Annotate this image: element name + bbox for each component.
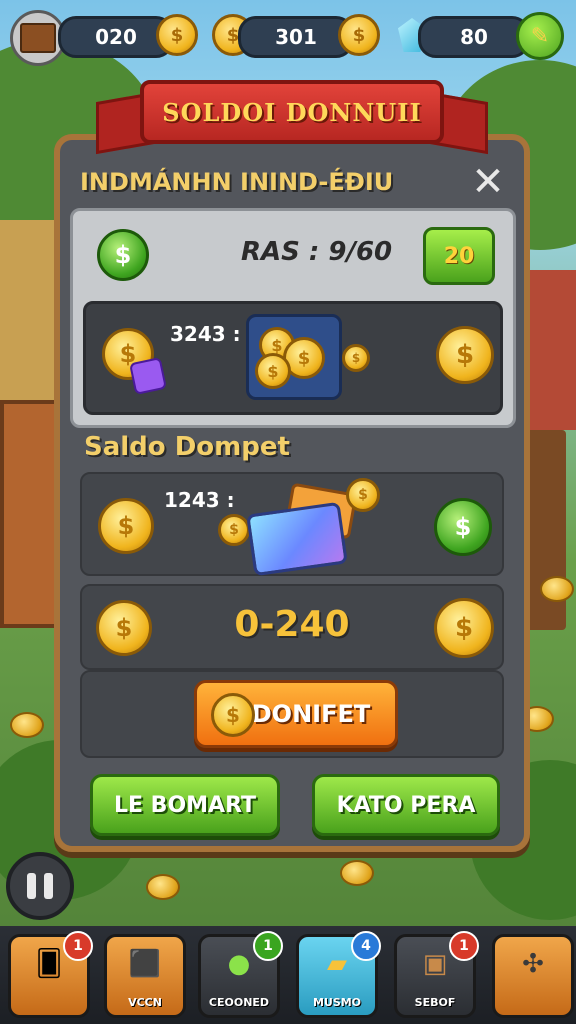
cards-icon: 🂠 [35, 949, 63, 979]
dock-item-sebof[interactable]: ▣ 1 SEBOF [394, 931, 479, 1018]
wallet-dialog: INDMÁNHN ININD-ÉÐIU ✕ $ RAS : 9/60 20 $ … [54, 134, 530, 852]
ground-coin [146, 874, 180, 900]
dollar-coin-icon: $ [98, 498, 154, 554]
chest-icon: ▣ [422, 949, 448, 979]
chest-icon [20, 23, 56, 53]
tools-icon: ✣ [522, 949, 544, 979]
gems-value: 80 [460, 25, 488, 49]
coin-icon: $ [156, 14, 198, 56]
gift-icon [129, 357, 167, 395]
small-coin-icon: $ [342, 344, 370, 372]
dock-label-sebof: SEBOF [414, 996, 456, 1009]
cards-icon [246, 501, 348, 577]
dock-item-vccn[interactable]: ⬛ VCCN [104, 934, 186, 1018]
ground-coin [540, 576, 574, 602]
wallet-row: $ 1243 : $ $ $ [80, 472, 504, 577]
dock-item-tools[interactable]: ✣ [492, 934, 574, 1018]
dock-label-ceooned: CEOONED [208, 996, 270, 1009]
total-row: $ 0-240 $ [80, 584, 504, 670]
reward-amount-label: 3243 : [170, 322, 241, 346]
coin-icon: $ [211, 693, 255, 737]
ribbon-title: SOLDOI DONNUII [162, 97, 422, 127]
gold-value: 301 [275, 25, 317, 49]
le-bomart-button[interactable]: LE BOMART [90, 774, 280, 836]
coin-icon: ● [227, 949, 251, 979]
coins-value: 020 [95, 25, 137, 49]
notification-badge: 1 [63, 931, 93, 961]
pause-button[interactable] [6, 852, 74, 920]
close-button[interactable]: ✕ [466, 160, 510, 204]
coin-pile-icon: $ $ $ [246, 314, 342, 400]
close-icon: ✕ [471, 159, 505, 205]
kato-pera-button[interactable]: KATO PERA [312, 774, 500, 836]
balance-box: $ RAS : 9/60 20 $ 3243 : $ $ $ $ $ [70, 208, 516, 428]
dock-label-musmo: MUSMO [312, 996, 362, 1009]
green-value-button[interactable]: 20 [423, 227, 495, 285]
gold-bar-icon: ▰ [327, 949, 347, 979]
dialog-header: INDMÁNHN ININD-ÉÐIU [80, 168, 394, 196]
notification-badge: 4 [351, 931, 381, 961]
small-coin-icon: $ [218, 514, 250, 546]
dompet-button-label: DONIFET [251, 700, 371, 728]
ground-coin [340, 860, 374, 886]
green-dollar-icon: $ [434, 498, 492, 556]
currency-bar: 020 $ $ 301 $ 80 ✎ [0, 6, 576, 66]
section-title: Saldo Dompet [84, 432, 290, 462]
gems-counter: 80 [418, 16, 530, 58]
small-coin-icon: $ [346, 478, 380, 512]
notification-badge: 1 [449, 931, 479, 961]
dock-label-vccn: VCCN [128, 996, 162, 1009]
dock-item-ceooned[interactable]: ● 1 CEOONED [198, 931, 283, 1018]
dompet-button[interactable]: $ DONIFET [194, 680, 398, 748]
pause-icon [27, 873, 36, 899]
kato-pera-label: KATO PERA [336, 792, 476, 818]
cube-icon: ⬛ [128, 949, 162, 979]
ground-coin [10, 712, 44, 738]
gold-counter: 301 [238, 16, 354, 58]
reward-row: $ 3243 : $ $ $ $ $ [83, 301, 503, 415]
title-ribbon: SOLDOI DONNUII [140, 80, 444, 144]
dollar-coin-icon: $ [434, 598, 494, 658]
wallet-amount-label: 1243 : [164, 488, 235, 512]
ras-label: RAS : 9/60 [241, 237, 393, 267]
add-gold-icon[interactable]: $ [338, 14, 380, 56]
pencil-icon: ✎ [530, 23, 550, 49]
notification-badge: 1 [253, 931, 283, 961]
big-coin-icon: $ [436, 326, 494, 384]
dock-item-musmo[interactable]: ▰ 4 MUSMO [296, 931, 381, 1018]
edit-pencil-button[interactable]: ✎ [516, 12, 564, 60]
bottom-dock: 🂠 1 ⬛ VCCN ● 1 CEOONED ▰ 4 MUSMO ▣ 1 SEB… [0, 926, 576, 1024]
green-dollar-icon: $ [97, 229, 149, 281]
dock-item-cards[interactable]: 🂠 1 [8, 931, 93, 1018]
green-value-label: 20 [443, 243, 475, 269]
le-bomart-label: LE BOMART [113, 792, 257, 818]
